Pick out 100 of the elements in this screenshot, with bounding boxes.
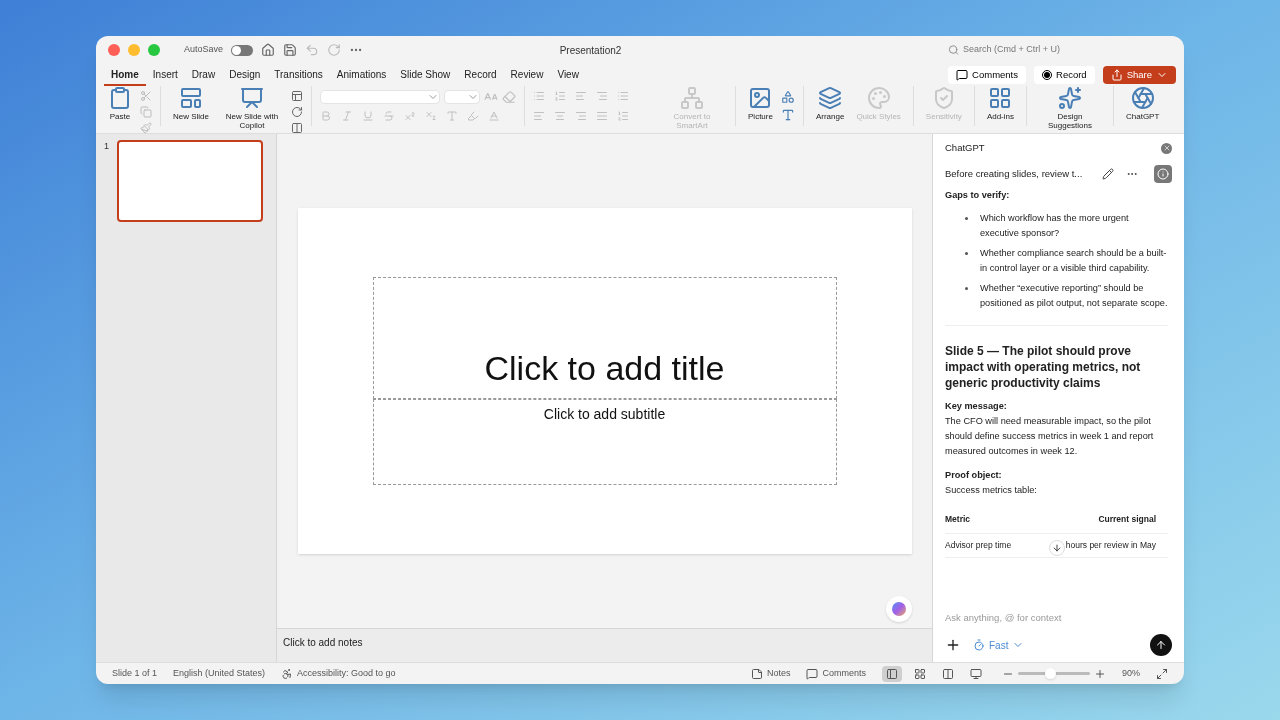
panel-title: ChatGPT — [945, 140, 985, 155]
align-right-icon — [575, 110, 587, 122]
numbering-icon — [554, 90, 566, 102]
mode-dropdown[interactable]: Fast — [973, 637, 1025, 653]
ribbon-button[interactable]: Design Suggestions — [1035, 86, 1105, 132]
key-message-text: The CFO will need measurable impact, so the pilot should define success metrics in week 1 and report measured outcomes in week 12. — [945, 415, 1155, 458]
close-window-button[interactable] — [108, 44, 120, 56]
info-icon — [1157, 168, 1169, 180]
title-placeholder[interactable]: Click to add title — [372, 277, 837, 399]
superscript-icon — [404, 110, 416, 122]
align-left-icon — [533, 110, 545, 122]
ribbon-button[interactable]: New Slide with Copilot — [217, 86, 287, 132]
chat-input[interactable]: Ask anything, @ for context — [945, 607, 1172, 628]
notes-pane[interactable]: Click to add notes — [277, 628, 932, 662]
send-button[interactable] — [1150, 634, 1172, 656]
ribbon-tab[interactable]: Home — [104, 64, 146, 86]
slide-thumbnail[interactable] — [117, 140, 263, 222]
search-icon — [948, 44, 960, 56]
character-spacing-icon — [446, 110, 458, 122]
font-name-field[interactable] — [320, 90, 440, 104]
picture-icon — [748, 86, 773, 110]
column-header: Current signal — [1098, 513, 1156, 526]
line-spacing-icon — [617, 110, 629, 122]
ribbon-tab[interactable]: Review — [503, 64, 551, 86]
cut-icon — [140, 90, 152, 102]
bullet-text: Which workflow has the more urgent executive sponsor? — [980, 212, 1130, 240]
font-size-field[interactable] — [444, 90, 480, 104]
send-icon — [1155, 639, 1167, 651]
ribbon-button[interactable]: Add-ins — [982, 86, 1018, 132]
highlighter-icon — [467, 110, 479, 122]
info-button[interactable] — [1154, 165, 1172, 183]
ribbon-button[interactable]: New Slide — [169, 86, 213, 132]
ribbon-tab[interactable]: View — [550, 64, 586, 86]
add-icon[interactable] — [945, 637, 961, 653]
ribbon-tab[interactable]: Insert — [145, 64, 185, 86]
italic-icon — [341, 110, 353, 122]
bold-icon — [320, 110, 332, 122]
ribbon-tab[interactable]: Slide Show — [393, 64, 458, 86]
bullet-text: Whether “executive reporting” should be positioned as pilot output, not separate scope. — [980, 282, 1168, 310]
record-button[interactable]: Record — [1034, 66, 1095, 84]
palette-icon — [866, 86, 891, 110]
view-button[interactable] — [882, 665, 902, 682]
layers-icon — [818, 86, 843, 110]
sparkle-icon — [1058, 86, 1082, 110]
layout-icon — [291, 90, 303, 102]
grid-view-icon — [914, 667, 926, 680]
accessibility-status[interactable]: Accessibility: Good to go — [297, 666, 396, 681]
notes-button[interactable]: Notes — [750, 666, 791, 681]
close-button[interactable] — [1161, 142, 1172, 154]
autosave-label: AutoSave — [184, 43, 224, 57]
save-icon — [283, 43, 298, 57]
zoom-thumb[interactable] — [1045, 668, 1057, 679]
clipboard-icon — [108, 86, 132, 110]
ribbon-tab[interactable]: Record — [457, 64, 504, 86]
autosave-toggle[interactable] — [231, 44, 254, 56]
window-title: Presentation2 — [558, 43, 623, 58]
ribbon-button[interactable]: Picture — [744, 86, 777, 132]
subtitle-placeholder[interactable]: Click to add subtitle — [372, 399, 837, 485]
indent-icon — [596, 90, 608, 102]
shapes-icon — [780, 90, 795, 104]
edit-icon[interactable] — [1102, 168, 1114, 180]
timer-icon — [973, 639, 985, 651]
copilot-icon — [892, 602, 906, 616]
strikethrough-icon — [383, 110, 395, 122]
ribbon-tab[interactable]: Design — [222, 64, 268, 86]
share-button[interactable]: Share — [1102, 66, 1176, 84]
ribbon-tab[interactable]: Draw — [184, 64, 223, 86]
reset-icon — [291, 106, 303, 118]
note-icon — [750, 667, 763, 680]
columns-icon — [617, 90, 629, 102]
slide-number: 1 — [104, 140, 109, 153]
justify-icon — [596, 110, 608, 122]
ribbon-tab[interactable]: Animations — [329, 64, 394, 86]
zoom-reading[interactable]: 90% — [1122, 666, 1140, 681]
scroll-down-button[interactable] — [1049, 540, 1065, 556]
comments-button[interactable]: Comments — [806, 666, 866, 681]
copilot-button[interactable] — [886, 596, 912, 622]
underline-icon — [362, 110, 374, 122]
ribbon-tab[interactable]: Transitions — [267, 64, 330, 86]
gaps-heading: Gaps to verify: — [945, 189, 1011, 202]
search-field[interactable]: Search (Cmd + Ctrl + U) — [963, 43, 1148, 57]
fit-icon[interactable] — [1156, 667, 1168, 680]
ribbon-button[interactable]: Arrange — [811, 86, 849, 132]
undo-icon — [305, 43, 320, 57]
clear-format-icon — [502, 90, 516, 104]
share-icon — [1110, 69, 1123, 81]
textbox-icon — [780, 108, 795, 122]
comments-button[interactable]: Comments — [948, 66, 1026, 84]
ribbon-button[interactable]: Paste — [104, 86, 136, 132]
proof-text: Success metrics table: — [945, 484, 1038, 497]
smartart-icon — [680, 86, 704, 110]
comment-icon — [806, 667, 819, 680]
conversation-title: Before creating slides, review t... — [945, 166, 1084, 181]
record-icon — [1042, 70, 1052, 80]
align-center-icon — [554, 110, 566, 122]
key-message-label: Key message: — [945, 400, 1008, 413]
ribbon-button[interactable]: ChatGPT — [1122, 86, 1164, 132]
zoom-in-icon[interactable] — [1094, 667, 1106, 680]
comment-icon — [956, 69, 969, 81]
language-status[interactable]: English (United States) — [173, 666, 266, 681]
